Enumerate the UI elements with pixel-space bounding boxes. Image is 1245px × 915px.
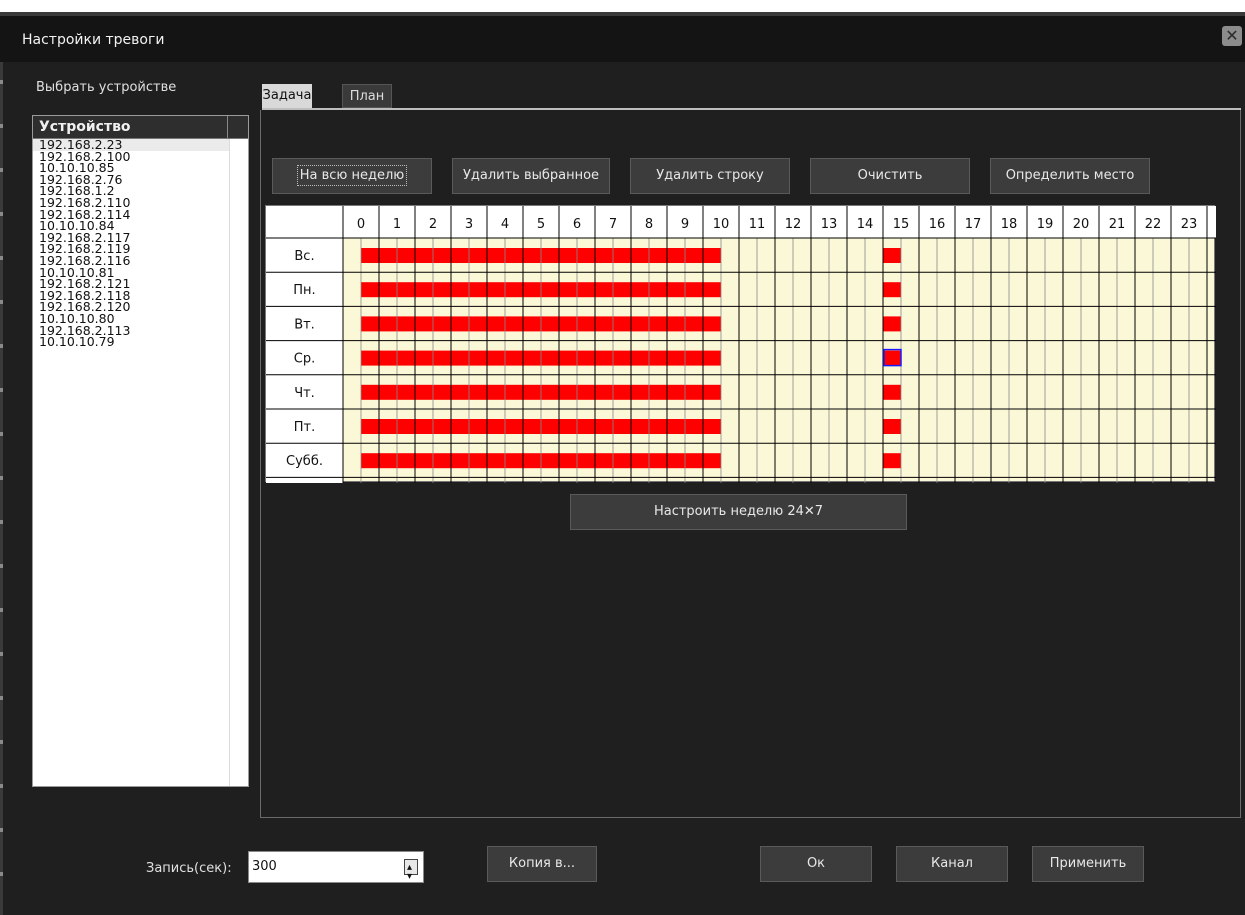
device-rows: 192.168.2.23 192.168.2.100 10.10.10.85 192.… [33, 138, 248, 348]
copy-to-label: Копия в... [508, 856, 576, 871]
locate-label: Определить место [1005, 168, 1135, 183]
active-cell-Вт.-15[interactable] [883, 316, 901, 332]
configure-week-label: Настроить неделю 24✕7 [653, 504, 824, 519]
hour-label: 15 [893, 217, 910, 232]
hour-label: 7 [609, 217, 617, 232]
screen-top-strip [0, 0, 1245, 12]
hour-label: 8 [645, 217, 653, 232]
spin-arrows-icon[interactable] [404, 853, 418, 892]
whole-week-button[interactable]: На всю неделю [272, 158, 432, 194]
hour-label: 21 [1109, 217, 1126, 232]
copy-to-button[interactable]: Копия в... [487, 846, 597, 882]
hour-label: 17 [965, 217, 982, 232]
hour-label: 12 [785, 217, 802, 232]
hour-label: 6 [573, 217, 581, 232]
hour-label: 20 [1073, 217, 1090, 232]
day-label: Чт. [294, 386, 315, 401]
hour-label: 22 [1145, 217, 1162, 232]
apply-label: Применить [1049, 856, 1127, 871]
hour-label: 5 [537, 217, 545, 232]
hour-label: 16 [929, 217, 946, 232]
select-device-label: Выбрать устройстве [36, 80, 177, 95]
hour-label: 1 [393, 217, 401, 232]
device-list-header[interactable]: Устройство [33, 116, 248, 139]
whole-week-label: На всю неделю [296, 165, 408, 186]
ok-label: Ок [806, 856, 826, 871]
day-label-column [266, 206, 343, 483]
clear-button[interactable]: Очистить [810, 158, 970, 194]
delete-row-button[interactable]: Удалить строку [630, 158, 790, 194]
channel-label: Канал [931, 856, 973, 871]
tab-plan[interactable]: План [342, 84, 392, 108]
apply-button[interactable]: Применить [1032, 846, 1144, 882]
delete-selected-label: Удалить выбранное [462, 168, 600, 183]
day-label: Субб. [286, 454, 323, 469]
active-cell-Чт.-15[interactable] [883, 384, 901, 400]
record-seconds-spinbox[interactable]: 300 [248, 851, 424, 892]
hour-label: 4 [501, 217, 509, 232]
hour-label: 18 [1001, 217, 1018, 232]
window-left-edge [0, 40, 3, 915]
active-cell-Пн.-15[interactable] [883, 282, 901, 298]
tab-task[interactable]: Задача [262, 84, 312, 108]
schedule-grid[interactable]: 0 1 2 3 4 5 6 7 8 9 10 11 12 13 14 15 16 17 18 19 20 21 22 23 Вс… [265, 205, 1216, 483]
hour-label: 10 [713, 217, 730, 232]
day-label: Вс. [294, 249, 314, 264]
day-label: Ср. [294, 352, 315, 367]
ok-button[interactable]: Ок [760, 846, 872, 882]
day-label: Вт. [294, 317, 315, 332]
record-seconds-label: Запись(сек): [146, 861, 232, 876]
delete-selected-button[interactable]: Удалить выбранное [452, 158, 610, 194]
active-cell-Ср.-15[interactable] [883, 350, 901, 366]
day-label: Пн. [293, 283, 315, 298]
title-bar: Настройки тревоги ✕ [0, 16, 1245, 62]
close-icon[interactable]: ✕ [1222, 26, 1242, 46]
hour-label: 19 [1037, 217, 1054, 232]
channel-button[interactable]: Канал [896, 846, 1008, 882]
active-cell-Пт.-15[interactable] [883, 419, 901, 434]
delete-row-label: Удалить строку [656, 168, 764, 183]
record-seconds-value[interactable]: 300 [252, 859, 277, 874]
hour-label: 2 [429, 217, 437, 232]
day-label: Пт. [294, 420, 315, 435]
locate-button[interactable]: Определить место [990, 158, 1150, 194]
hour-label: 0 [357, 217, 365, 232]
device-list[interactable]: Устройство 192.168.2.23 192.168.2.100 10.1… [32, 115, 249, 787]
hour-label: 14 [857, 217, 874, 232]
hour-label: 3 [465, 217, 473, 232]
device-list-item[interactable]: 10.10.10.79 [33, 336, 248, 348]
hour-label: 11 [749, 217, 766, 232]
hour-label: 23 [1181, 217, 1198, 232]
clear-label: Очистить [857, 168, 923, 183]
hour-label: 9 [681, 217, 689, 232]
schedule-grid-svg[interactable]: 0 1 2 3 4 5 6 7 8 9 10 11 12 13 14 15 16 17 18 19 20 21 22 23Вс… [266, 206, 1216, 483]
configure-week-button[interactable]: Настроить неделю 24✕7 [570, 494, 907, 530]
active-cell-Субб.-15[interactable] [883, 453, 901, 469]
window-title: Настройки тревоги [22, 32, 165, 48]
active-cell-Вс.-15[interactable] [883, 248, 901, 263]
hour-label: 13 [821, 217, 838, 232]
